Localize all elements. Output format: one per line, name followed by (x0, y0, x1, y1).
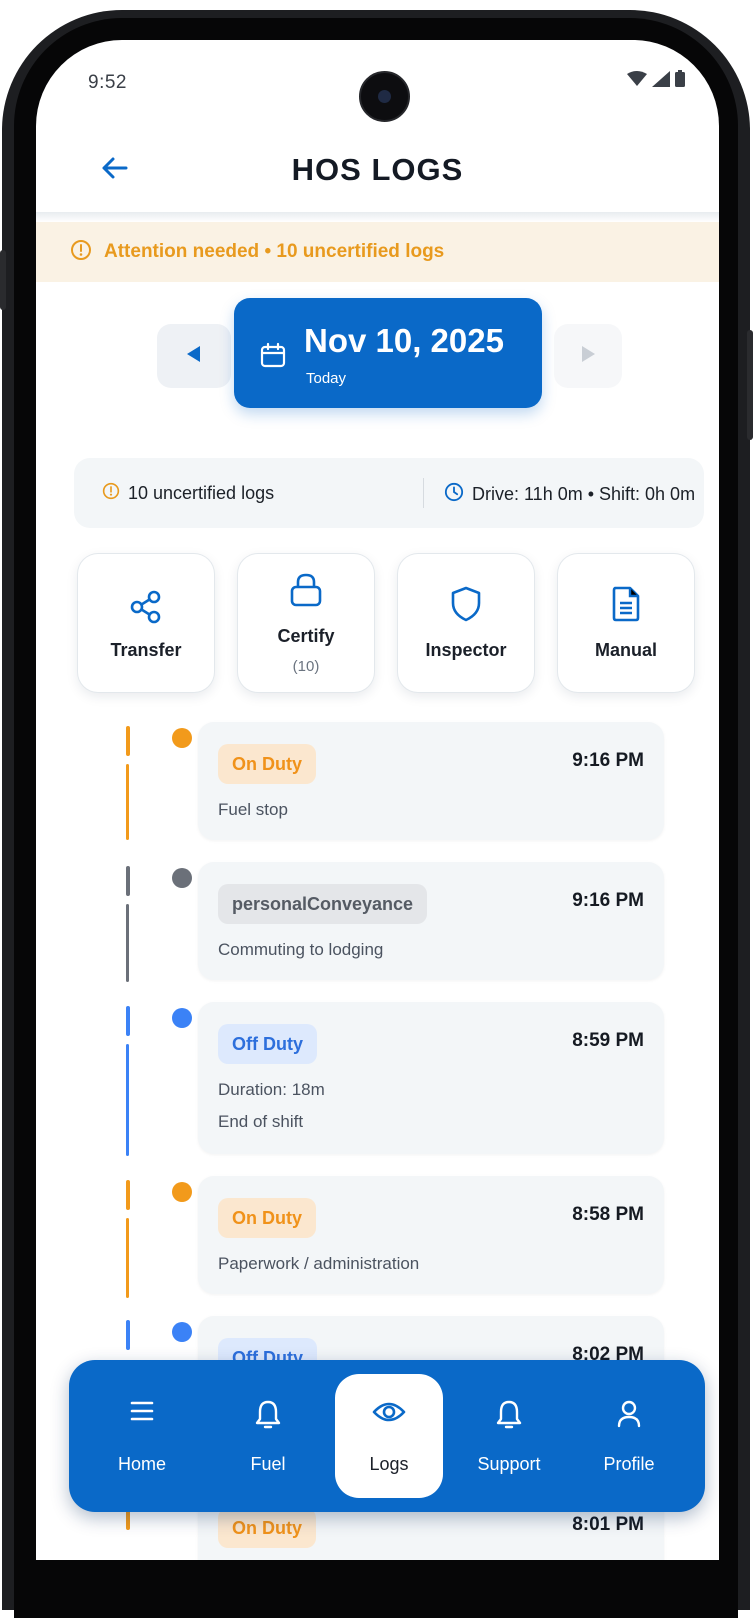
date-picker-button[interactable]: Nov 10, 2025 Today (234, 298, 542, 408)
volume-button (0, 250, 6, 310)
timeline-bar (126, 726, 130, 756)
nav-support[interactable]: Support (454, 1374, 564, 1498)
uncertified-count: 10 uncertified logs (128, 483, 275, 503)
calendar-icon (260, 342, 286, 373)
nav-profile[interactable]: Profile (574, 1374, 684, 1498)
timeline-dot (172, 728, 192, 748)
timeline-dot (172, 1182, 192, 1202)
shield-icon (398, 586, 534, 622)
previous-day-button[interactable] (157, 324, 231, 388)
signal-icon (652, 70, 670, 92)
timeline-bar (126, 1218, 129, 1298)
alert-circle-icon (70, 239, 92, 266)
timeline-bar (126, 866, 130, 896)
alert-circle-icon (102, 482, 120, 505)
date-navigator: Nov 10, 2025 Today (36, 298, 719, 410)
caret-left-icon (187, 345, 201, 367)
log-note: Fuel stop (218, 800, 288, 819)
quick-actions: Transfer Certify (10) Inspector Manual (78, 554, 718, 694)
status-chip-on-duty: On Duty (218, 744, 316, 784)
nav-support-label: Support (477, 1454, 541, 1474)
log-entry[interactable]: On Duty 9:16 PM Fuel stop (198, 722, 664, 840)
bell-icon (454, 1400, 564, 1430)
lock-icon (238, 572, 374, 608)
status-chip-personal-conveyance: personalConveyance (218, 884, 428, 924)
log-time: 9:16 PM (572, 890, 644, 911)
log-time: 8:59 PM (572, 1030, 644, 1051)
bell-icon (213, 1400, 323, 1430)
timeline-dot (172, 1008, 192, 1028)
timeline-bar (126, 1320, 130, 1350)
manual-label: Manual (594, 640, 657, 660)
date-subtitle: Today (306, 370, 347, 387)
log-entry[interactable]: Off Duty 8:59 PM Duration: 18m End of sh… (198, 1002, 664, 1154)
status-chip-off-duty: Off Duty (218, 1024, 317, 1064)
log-time: 8:58 PM (572, 1204, 644, 1225)
app-screen: 9:52 HOS LOGS Attention needed • 10 unce… (36, 40, 719, 1560)
front-camera (359, 71, 410, 122)
hours-summary: Drive: 11h 0m • Shift: 0h 0m (444, 482, 695, 507)
certify-button[interactable]: Certify (10) (238, 554, 374, 692)
summary-divider (423, 478, 424, 508)
selected-date: Nov 10, 2025 (304, 322, 504, 359)
timeline-bar (126, 1006, 130, 1036)
inspector-label: Inspector (425, 640, 507, 660)
share-icon (78, 590, 214, 624)
timeline-bar (126, 1180, 130, 1210)
timeline-bar (126, 904, 129, 982)
header-divider (36, 212, 719, 222)
timeline-bar (126, 1044, 129, 1156)
document-icon (558, 586, 694, 622)
uncertified-summary[interactable]: 10 uncertified logs (102, 482, 274, 505)
transfer-label: Transfer (110, 640, 182, 660)
certify-count: (10) (292, 658, 320, 675)
status-time: 9:52 (88, 72, 127, 93)
nav-fuel[interactable]: Fuel (213, 1374, 323, 1498)
next-day-button (554, 324, 622, 388)
eye-icon (335, 1400, 443, 1424)
nav-fuel-label: Fuel (250, 1454, 286, 1474)
log-note: Commuting to lodging (218, 940, 384, 959)
certify-label: Certify (277, 626, 335, 646)
battery-icon (675, 70, 685, 92)
timeline-bar (126, 764, 129, 840)
manual-button[interactable]: Manual (558, 554, 694, 692)
log-entry[interactable]: On Duty 8:58 PM Paperwork / administrati… (198, 1176, 664, 1294)
transfer-button[interactable]: Transfer (78, 554, 214, 692)
status-chip-on-duty: On Duty (218, 1508, 316, 1548)
timeline-dot (172, 1322, 192, 1342)
nav-home-label: Home (117, 1454, 166, 1474)
menu-icon (87, 1400, 197, 1422)
summary-card: 10 uncertified logs Drive: 11h 0m • Shif… (74, 458, 704, 528)
log-time: 9:16 PM (572, 750, 644, 771)
log-note: Duration: 18m (218, 1080, 325, 1099)
clock-icon (444, 482, 464, 507)
nav-profile-label: Profile (603, 1454, 655, 1474)
log-time: 8:01 PM (572, 1514, 644, 1535)
status-icons (627, 70, 685, 92)
app-header: HOS LOGS (36, 126, 719, 216)
user-icon (574, 1400, 684, 1428)
log-note: End of shift (218, 1112, 304, 1131)
wifi-icon (627, 70, 647, 92)
nav-home[interactable]: Home (87, 1374, 197, 1498)
inspector-button[interactable]: Inspector (398, 554, 534, 692)
power-button (747, 330, 753, 440)
status-bar: 9:52 (36, 40, 719, 122)
log-entry[interactable]: personalConveyance 9:16 PM Commuting to … (198, 862, 664, 980)
bottom-navigation: Home Fuel Logs Support Profile (69, 1360, 705, 1512)
attention-banner[interactable]: Attention needed • 10 uncertified logs (36, 222, 719, 282)
caret-right-icon (581, 345, 595, 367)
timeline-dot (172, 868, 192, 888)
nav-logs[interactable]: Logs (335, 1374, 443, 1498)
hours-text: Drive: 11h 0m • Shift: 0h 0m (472, 484, 696, 504)
device-frame: 9:52 HOS LOGS Attention needed • 10 unce… (0, 0, 753, 1618)
attention-text: Attention needed • 10 uncertified logs (104, 241, 445, 262)
status-chip-on-duty: On Duty (218, 1198, 316, 1238)
log-note: Paperwork / administration (218, 1254, 420, 1273)
nav-logs-label: Logs (369, 1454, 409, 1474)
page-title: HOS LOGS (291, 152, 464, 187)
